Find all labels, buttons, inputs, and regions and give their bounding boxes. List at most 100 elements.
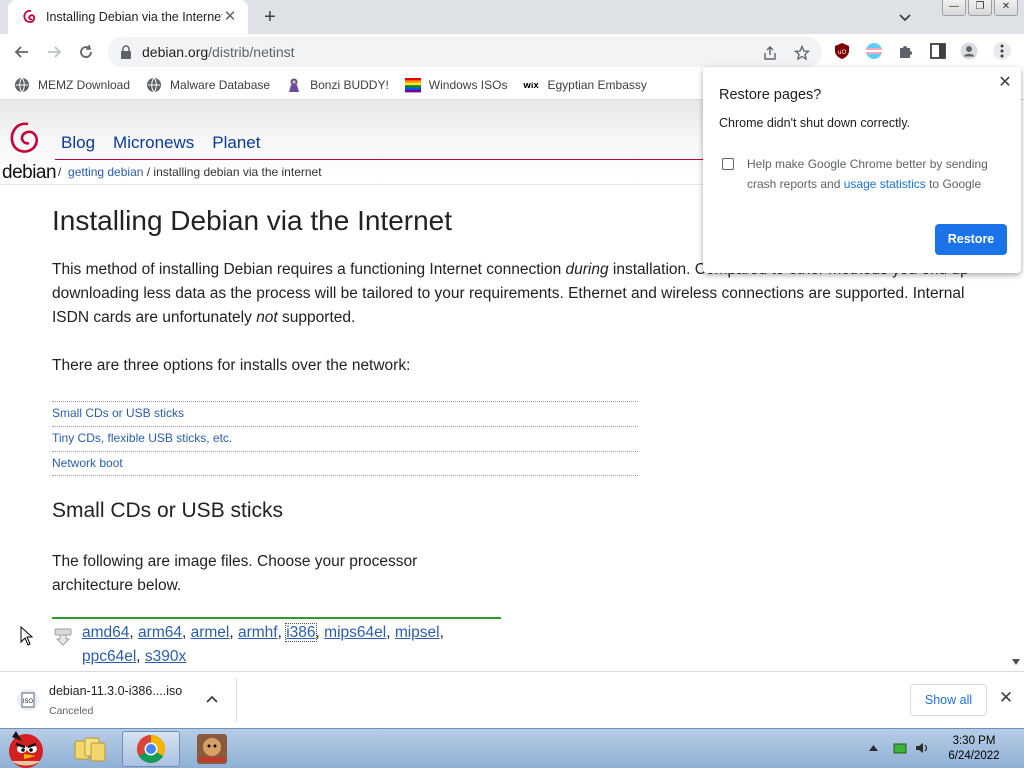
- page-title: Installing Debian via the Internet: [52, 205, 453, 236]
- clock-time: 3:30 PM: [952, 735, 996, 747]
- tab-strip: Installing Debian via the Internet ✕ + —…: [0, 0, 1024, 34]
- toc-item-tiny-cds[interactable]: Tiny CDs, flexible USB sticks, etc.: [52, 426, 638, 451]
- arch-i386-link[interactable]: i386: [285, 623, 317, 642]
- arch-mipsel-link[interactable]: mipsel: [395, 624, 440, 641]
- url-text: debian.org/distrib/netinst: [142, 44, 295, 60]
- taskbar-app[interactable]: [183, 731, 241, 767]
- bookmark-egyptian-embassy[interactable]: WiX Egyptian Embassy: [523, 77, 647, 93]
- usage-statistics-link[interactable]: usage statistics: [844, 177, 926, 191]
- restore-window-button[interactable]: ❐: [968, 0, 992, 16]
- globe-icon: [147, 77, 162, 92]
- side-panel-icon[interactable]: [929, 42, 947, 60]
- download-status: Canceled: [49, 705, 94, 717]
- bookmark-bonzi-buddy[interactable]: Bonzi BUDDY!: [286, 77, 389, 93]
- reload-icon[interactable]: [76, 42, 96, 62]
- arch-ppc64el-link[interactable]: ppc64el: [82, 648, 136, 665]
- svg-text:ISO: ISO: [23, 698, 34, 705]
- arch-armel-link[interactable]: armel: [191, 624, 230, 641]
- bookmark-label: MEMZ Download: [38, 77, 131, 92]
- restore-button[interactable]: Restore: [935, 224, 1007, 255]
- nav-planet-link[interactable]: Planet: [212, 133, 260, 153]
- nav-micronews-link[interactable]: Micronews: [113, 133, 194, 153]
- taskbar-chrome[interactable]: [122, 731, 180, 767]
- tab-debian[interactable]: Installing Debian via the Internet ✕: [8, 0, 248, 34]
- tab-search-icon[interactable]: [896, 8, 914, 26]
- breadcrumb: / getting debian / installing debian via…: [58, 165, 322, 179]
- intro-emphasis: during: [565, 261, 609, 278]
- bookmark-memz-download[interactable]: MEMZ Download: [14, 77, 130, 93]
- chrome-menu-icon[interactable]: [993, 42, 1011, 60]
- pride-extension-icon[interactable]: [865, 42, 883, 60]
- back-arrow-icon[interactable]: [12, 42, 32, 62]
- share-icon[interactable]: [762, 45, 778, 61]
- tray-expand-arrow-icon[interactable]: [869, 745, 878, 751]
- section-paragraph: The following are image files. Choose yo…: [52, 553, 418, 594]
- new-tab-button[interactable]: +: [258, 6, 282, 28]
- bookmark-label: Malware Database: [170, 77, 271, 92]
- checkbox-label: Help make Google Chrome better by sendin…: [747, 154, 1009, 194]
- arch-mips64el-link[interactable]: mips64el: [324, 624, 386, 641]
- bookmark-label: Egyptian Embassy: [547, 77, 647, 92]
- address-bar[interactable]: debian.org/distrib/netinst: [108, 37, 822, 67]
- browser-toolbar: debian.org/distrib/netinst uO: [0, 34, 1024, 70]
- breadcrumb-current: / installing debian via the internet: [146, 165, 322, 179]
- svg-text:WiX: WiX: [524, 82, 540, 90]
- debian-wordmark[interactable]: debian: [2, 162, 57, 184]
- tab-title: Installing Debian via the Internet: [46, 10, 222, 24]
- download-filename[interactable]: debian-11.3.0-i386....iso: [49, 684, 182, 698]
- dialog-message: Chrome didn't shut down correctly.: [719, 116, 911, 130]
- nav-blog-link[interactable]: Blog: [61, 133, 95, 153]
- arch-s390x-link[interactable]: s390x: [145, 648, 186, 665]
- clock-date: 6/24/2022: [948, 750, 1000, 762]
- extensions-puzzle-icon[interactable]: [897, 42, 915, 60]
- minimize-button[interactable]: —: [942, 0, 966, 16]
- window-controls: — ❐ ✕: [942, 0, 1018, 16]
- header-divider: [55, 159, 715, 160]
- scroll-down-arrow-icon[interactable]: [1012, 659, 1020, 665]
- ublock-origin-icon[interactable]: uO: [833, 42, 851, 60]
- bookmark-malware-database[interactable]: Malware Database: [146, 77, 270, 93]
- network-battery-icon[interactable]: [893, 741, 907, 755]
- breadcrumb-getting-debian-link[interactable]: getting debian: [68, 165, 143, 179]
- arch-arm64-link[interactable]: arm64: [138, 624, 182, 641]
- mouse-cursor-icon: [20, 626, 34, 646]
- taskbar-file-explorer[interactable]: [61, 731, 119, 767]
- dialog-close-icon[interactable]: ✕: [997, 75, 1013, 91]
- bookmark-windows-isos[interactable]: Windows ISOs: [404, 77, 508, 93]
- close-window-button[interactable]: ✕: [994, 0, 1018, 16]
- folders-icon: [74, 737, 106, 762]
- download-shelf-close-icon[interactable]: ✕: [998, 689, 1014, 706]
- game-app-icon: [197, 734, 227, 764]
- bookmark-star-icon[interactable]: [794, 45, 810, 61]
- chevron-up-icon[interactable]: [205, 694, 219, 704]
- volume-icon[interactable]: [915, 741, 929, 755]
- svg-text:uO: uO: [838, 49, 847, 56]
- green-rule: [52, 617, 501, 619]
- checkbox-text-2: to Google: [925, 177, 982, 191]
- iso-file-icon[interactable]: ISO: [16, 688, 40, 712]
- url-path: /distrib/netinst: [208, 44, 295, 60]
- toc-item-network-boot[interactable]: Network boot: [52, 451, 638, 476]
- angry-bird-start-icon[interactable]: [2, 727, 50, 768]
- system-clock[interactable]: 3:30 PM 6/24/2022: [936, 734, 1012, 764]
- intro-text-1: This method of installing Debian require…: [52, 261, 566, 278]
- restore-pages-dialog: Restore pages? ✕ Chrome didn't shut down…: [703, 67, 1021, 273]
- architecture-links: amd64, arm64, armel, armhf, i386, mips64…: [82, 623, 444, 665]
- toc-item-small-cds[interactable]: Small CDs or USB sticks: [52, 401, 638, 426]
- options-paragraph: There are three options for installs ove…: [52, 357, 411, 374]
- arch-amd64-link[interactable]: amd64: [82, 624, 129, 641]
- crash-reports-checkbox[interactable]: [722, 158, 734, 170]
- lock-icon[interactable]: [120, 45, 132, 59]
- arch-armhf-link[interactable]: armhf: [238, 624, 278, 641]
- profile-avatar-icon[interactable]: [960, 42, 978, 60]
- url-domain: debian.org: [142, 44, 209, 60]
- section-heading: Small CDs or USB sticks: [52, 499, 284, 522]
- tab-close-icon[interactable]: ✕: [222, 9, 238, 25]
- globe-icon: [15, 77, 29, 92]
- bonzi-icon: [289, 78, 300, 92]
- bookmark-label: Windows ISOs: [428, 77, 508, 92]
- intro-not: not: [256, 309, 278, 326]
- show-all-button[interactable]: Show all: [910, 684, 987, 716]
- download-separator: [236, 678, 237, 722]
- forward-arrow-icon[interactable]: [44, 42, 64, 62]
